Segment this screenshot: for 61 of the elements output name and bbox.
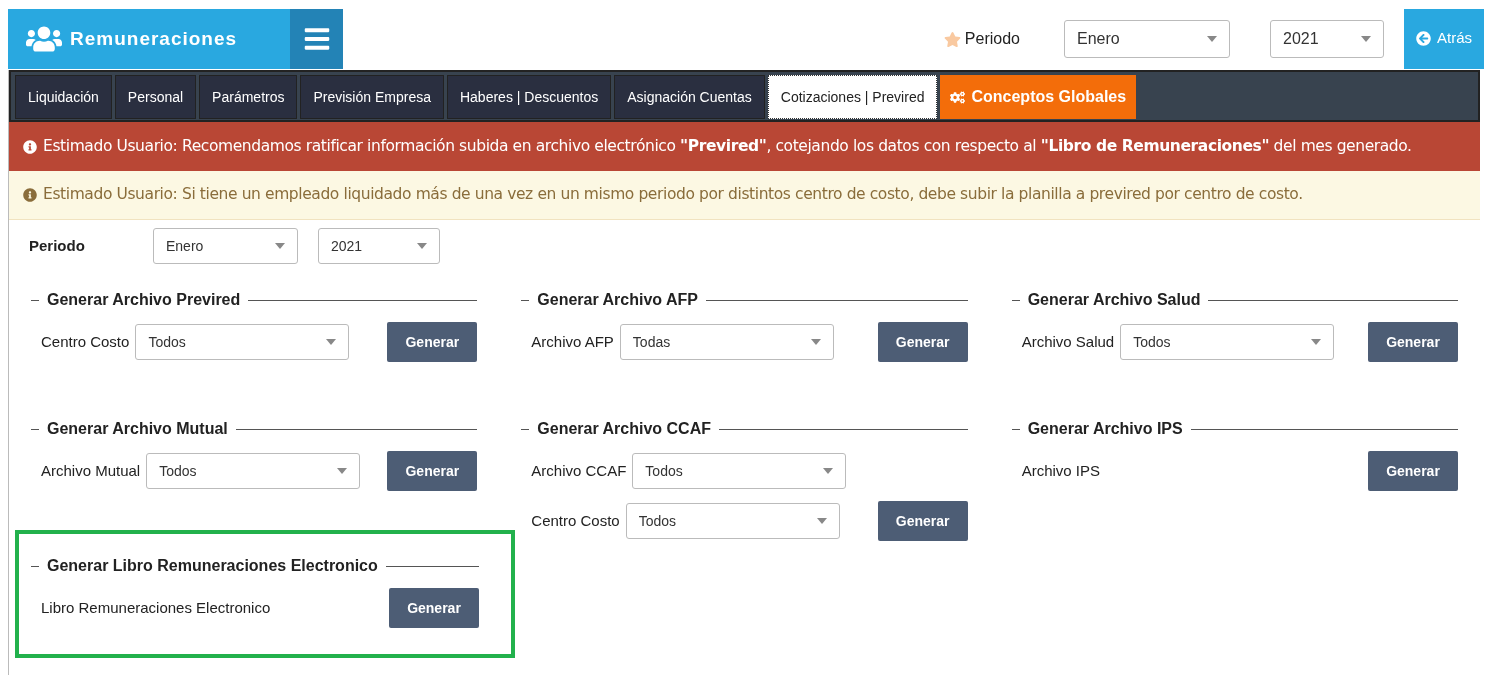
info-icon [23,139,37,154]
tab[interactable]: Personal [114,75,197,119]
section-title: Generar Libro Remuneraciones Electronico [47,556,378,576]
generate-button[interactable]: Generar [877,322,968,362]
tab[interactable]: Haberes | Descuentos [446,75,612,119]
back-icon [1416,31,1431,46]
tab[interactable]: Parámetros [199,75,298,119]
select-field[interactable]: Todos [1120,324,1335,360]
generate-button[interactable]: Generar [1368,322,1458,362]
period-label: Periodo [29,235,86,256]
tab[interactable]: Asignación Cuentas [614,75,765,119]
generate-button[interactable]: Generar [387,451,478,491]
tab[interactable]: Liquidación [15,75,112,119]
select-field[interactable]: 2021 [1270,20,1384,58]
app-name: Remuneraciones [70,26,238,51]
select-field[interactable]: Enero [1064,20,1230,58]
field-label: Centro Costo [41,331,130,352]
section-title: Generar Archivo Salud [1027,290,1201,310]
menu-icon [302,25,331,53]
caret-icon [810,339,821,345]
caret-icon [337,468,348,474]
generate-button[interactable]: Generar [1368,451,1458,491]
field-label: Libro Remuneraciones Electronico [41,597,271,618]
select-field[interactable]: Todos [135,324,350,360]
select-field[interactable]: Todos [146,453,361,489]
caret-icon [275,243,285,249]
field-label: Archivo Salud [1021,331,1115,352]
section-title: Generar Archivo Mutual [47,419,228,439]
gear-icon [950,89,966,105]
alert-text: Estimado Usuario: Si tiene un empleado liquidado más de una vez en un mismo periodo por distintos centro de costo, debe subir la planilla a previred por centro de costo. [43,184,1303,206]
tab[interactable]: Cotizaciones | Previred [767,75,938,119]
menu-button[interactable] [290,9,343,69]
caret-icon [326,339,337,345]
section-title: Generar Archivo IPS [1027,419,1183,439]
info-icon [23,188,37,202]
alert-text: Estimado Usuario: Recomendamos ratificar información subida en archivo electrónico "Previred", cotejando los datos con respecto al "Libro de Remuneraciones" del mes generado. [43,135,1412,157]
select-field[interactable]: 2021 [318,228,440,264]
caret-icon [1311,339,1322,345]
caret-icon [1361,36,1371,42]
field-label: Archivo AFP [531,331,614,352]
generate-button[interactable]: Generar [387,322,478,362]
generate-button[interactable]: Generar [389,588,479,628]
generate-button[interactable]: Generar [877,501,968,541]
caret-icon [1207,36,1217,42]
select-field[interactable]: Todos [625,503,840,539]
select-field[interactable]: Enero [153,228,298,264]
section-title: Generar Archivo CCAF [537,419,711,439]
star-icon [943,30,961,48]
field-label: Archivo IPS [1021,460,1101,481]
tab[interactable]: Previsión Empresa [300,75,444,119]
period-label: Periodo [964,29,1020,49]
field-label: Archivo Mutual [41,460,141,481]
section-title: Generar Archivo AFP [537,290,698,310]
field-label: Centro Costo [531,510,620,531]
caret-icon [417,243,427,249]
caret-icon [816,518,827,524]
caret-icon [823,468,834,474]
select-field[interactable]: Todas [619,324,834,360]
section-title: Generar Archivo Previred [47,290,241,310]
field-label: Archivo CCAF [531,460,627,481]
select-field[interactable]: Todos [632,453,847,489]
